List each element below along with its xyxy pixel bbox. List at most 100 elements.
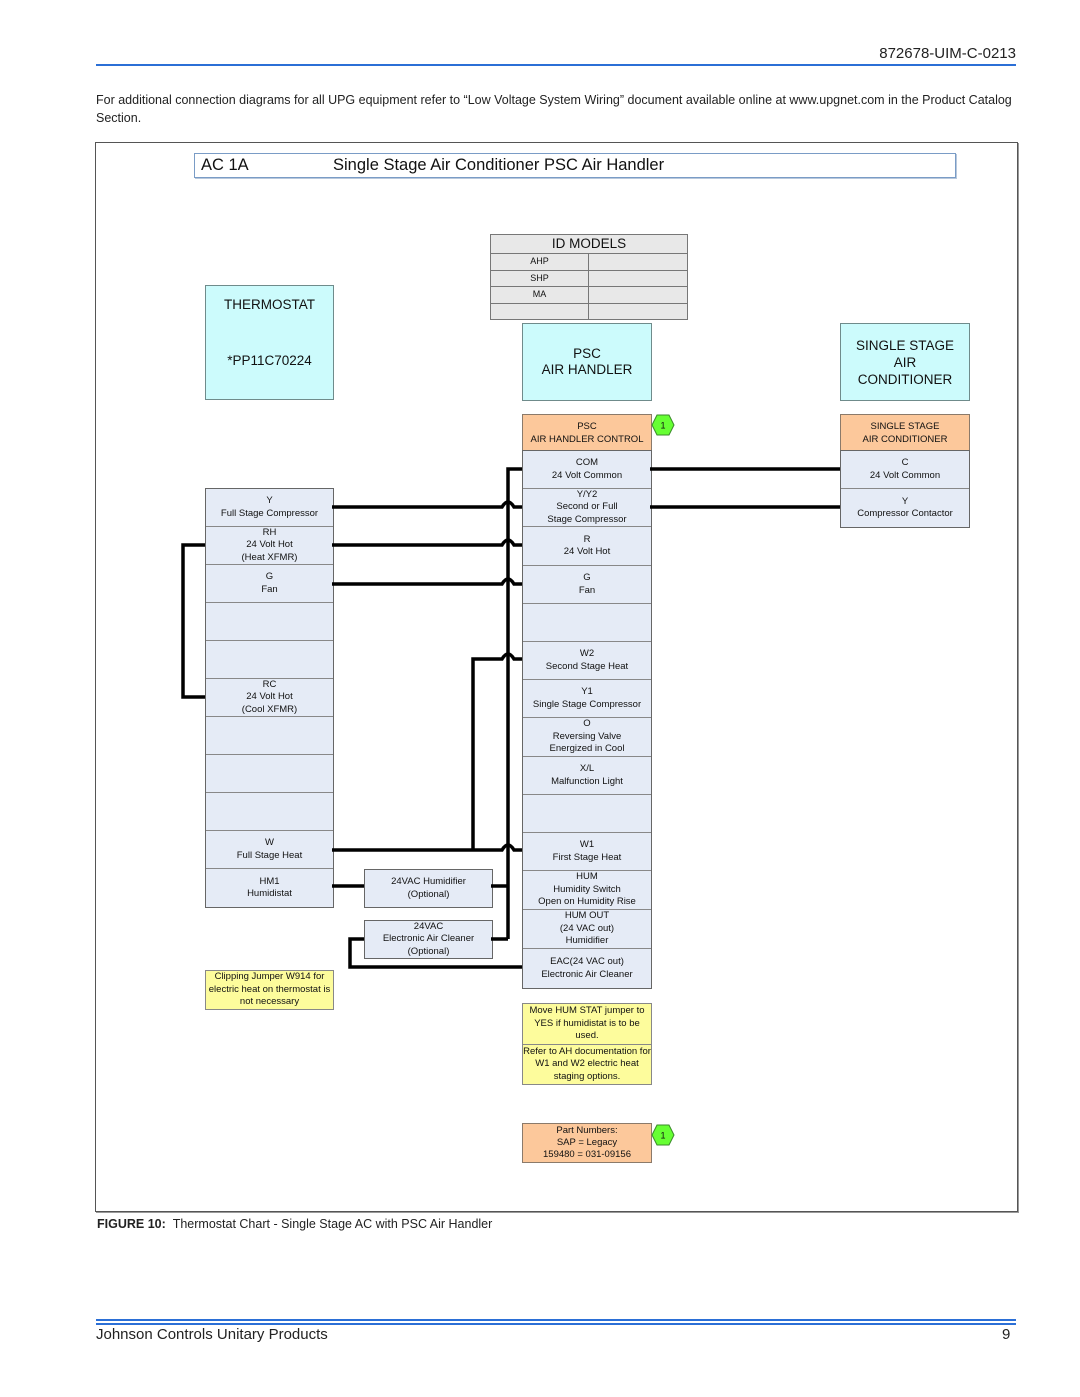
control-header-line: AIR CONDITIONER (862, 434, 948, 445)
air-handler-terminal-name: HUM (576, 871, 598, 883)
air-handler-terminal: X/L Malfunction Light (523, 757, 651, 795)
thermostat-terminal-name: RH (262, 526, 277, 538)
air-handler-header: PSC AIR HANDLER (522, 323, 652, 401)
thermostat-terminal (206, 755, 333, 793)
id-models-header: ID MODELS (491, 235, 687, 254)
air-handler-note: Move HUM STAT jumper to YES if humidista… (522, 1003, 652, 1085)
condenser-terminal-name: Y (901, 495, 909, 507)
id-models-row: AHP (491, 254, 687, 271)
air-handler-note-part: Move HUM STAT jumper to YES if humidista… (523, 1004, 651, 1045)
air-handler-terminal (523, 795, 651, 833)
air-handler-terminal (523, 604, 651, 642)
air-handler-terminal-name: G (583, 572, 591, 583)
intro-paragraph: For additional connection diagrams for a… (96, 93, 1012, 125)
thermostat-terminal: W Full Stage Heat (206, 831, 333, 869)
air-handler-terminal: O Reversing Valve Energized in Cool (523, 718, 651, 757)
air-handler-terminal-desc: Second Stage Heat (545, 660, 629, 672)
air-handler-terminal-desc: Stage Compressor (547, 513, 627, 525)
id-models-cell: SHP (491, 270, 589, 286)
reference-badge: 1 (651, 414, 675, 436)
air-handler-terminal: R 24 Volt Hot (523, 527, 651, 566)
reference-badge: 1 (651, 1124, 675, 1146)
thermostat-terminal (206, 603, 333, 641)
air-handler-terminal-desc: Humidity Switch (553, 883, 621, 895)
footer-rule (96, 1319, 1016, 1321)
thermostat-terminal-name: RC (262, 678, 277, 690)
thermostat-terminal (206, 641, 333, 679)
air-handler-terminal-desc: Malfunction Light (551, 775, 623, 787)
id-models-row: SHP (491, 270, 687, 287)
air-handler-terminal-desc: Fan (578, 584, 596, 596)
air-cleaner-box: 24VAC Electronic Air Cleaner (Optional) (364, 920, 493, 959)
thermostat-terminal: RC 24 Volt Hot (Cool XFMR) (206, 679, 333, 717)
thermostat-terminal-desc: Full Stage Heat (236, 849, 303, 861)
air-handler-terminal-desc: Electronic Air Cleaner (541, 968, 633, 980)
air-handler-terminal-desc: 24 Volt Hot (563, 546, 611, 557)
thermostat-terminal-column: Y Full Stage Compressor RH 24 Volt Hot (Heat… (205, 488, 334, 908)
thermostat-terminal-desc: Humidistat (247, 888, 292, 899)
id-models-cell (589, 271, 687, 287)
air-handler-terminal-name: X/L (579, 763, 595, 774)
air-handler-terminal: HUM Humidity Switch Open on Humidity Rise (523, 871, 651, 910)
air-handler-terminal-column: COM 24 Volt Common Y/Y2 Second or Full Stage… (522, 450, 652, 989)
air-handler-terminal-name: EAC(24 VAC out) (550, 956, 624, 967)
jumper-note: Clipping Jumper W914 for electric heat o… (205, 970, 334, 1010)
reference-badge-label: 1 (660, 421, 665, 431)
humidifier-box: 24VAC Humidifier (Optional) (364, 869, 493, 908)
air-handler-terminal-desc: First Stage Heat (552, 851, 622, 863)
air-handler-terminal: Y1 Single Stage Compressor (523, 680, 651, 718)
condenser-header-line: CONDITIONER (857, 371, 953, 387)
thermostat-terminal (206, 717, 333, 755)
humidifier-label: 24VAC Humidifier (391, 876, 466, 887)
thermostat-terminal-desc: (Heat XFMR) (241, 551, 298, 563)
thermostat-terminal-name: W (265, 837, 274, 848)
id-models-row: MA (491, 287, 687, 304)
thermostat-terminal-name: HM1 (259, 875, 280, 887)
thermostat-terminal: G Fan (206, 565, 333, 603)
figure-caption-text: Thermostat Chart - Single Stage AC with … (172, 1217, 493, 1231)
thermostat-terminal-desc: Fan (261, 583, 278, 595)
condenser-header-line: SINGLE STAGE (855, 337, 955, 353)
air-handler-terminal-desc: Single Stage Compressor (532, 698, 642, 710)
air-handler-terminal: HUM OUT (24 VAC out) Humidifier (523, 910, 651, 949)
air-handler-header-line: AIR HANDLER (541, 362, 633, 377)
air-handler-terminal: Y/Y2 Second or Full Stage Compressor (523, 489, 651, 527)
air-cleaner-label: Electronic Air Cleaner (382, 933, 475, 945)
thermostat-header: THERMOSTAT (205, 285, 334, 324)
air-handler-terminal-desc: Reversing Valve (552, 730, 622, 742)
footer-company: Johnson Controls Unitary Products (96, 1326, 328, 1343)
thermostat-terminal: RH 24 Volt Hot (Heat XFMR) (206, 527, 333, 565)
id-models-cell (491, 303, 589, 319)
air-cleaner-label: 24VAC (413, 920, 444, 932)
thermostat-terminal: HM1 Humidistat (206, 869, 333, 907)
air-handler-terminal-name: R (583, 533, 591, 545)
air-handler-terminal-name: W2 (579, 648, 595, 659)
figure-caption: FIGURE 10: Thermostat Chart - Single Sta… (97, 1217, 492, 1231)
condenser-terminal: C 24 Volt Common (841, 451, 969, 489)
air-handler-terminal-name: W1 (579, 839, 595, 850)
diagram-code: AC 1A (201, 156, 249, 174)
control-header-line: AIR HANDLER CONTROL (530, 434, 644, 445)
humidifier-optional-label: (Optional) (407, 888, 450, 900)
part-numbers-line: SAP = Legacy (556, 1137, 618, 1148)
thermostat-terminal (206, 793, 333, 831)
condenser-terminal-desc: 24 Volt Common (869, 469, 941, 481)
figure-label: FIGURE 10: (97, 1217, 166, 1231)
document-number: 872678-UIM-C-0213 (879, 45, 1016, 62)
condenser-control-header: SINGLE STAGE AIR CONDITIONER (840, 414, 970, 452)
thermostat-terminal-name: Y (266, 495, 273, 506)
footer-rule (96, 1323, 1016, 1325)
diagram-title: Single Stage Air Conditioner PSC Air Han… (333, 156, 665, 174)
condenser-terminal-column: C 24 Volt Common Y Compressor Contactor (840, 450, 970, 528)
air-cleaner-optional-label: (Optional) (407, 945, 450, 957)
air-handler-terminal: EAC(24 VAC out) Electronic Air Cleaner (523, 949, 651, 988)
part-numbers-box: Part Numbers: SAP = Legacy 159480 = 031-… (522, 1123, 652, 1163)
part-numbers-line: Part Numbers: (556, 1125, 618, 1136)
control-header-line: PSC (577, 421, 597, 432)
air-handler-terminal: G Fan (523, 566, 651, 604)
air-handler-terminal-name: O (583, 718, 591, 730)
thermostat-terminal-desc: Full Stage Compressor (220, 507, 319, 519)
condenser-terminal: Y Compressor Contactor (841, 489, 969, 527)
air-handler-terminal-name: Y1 (581, 686, 593, 697)
id-models-row (491, 303, 687, 319)
